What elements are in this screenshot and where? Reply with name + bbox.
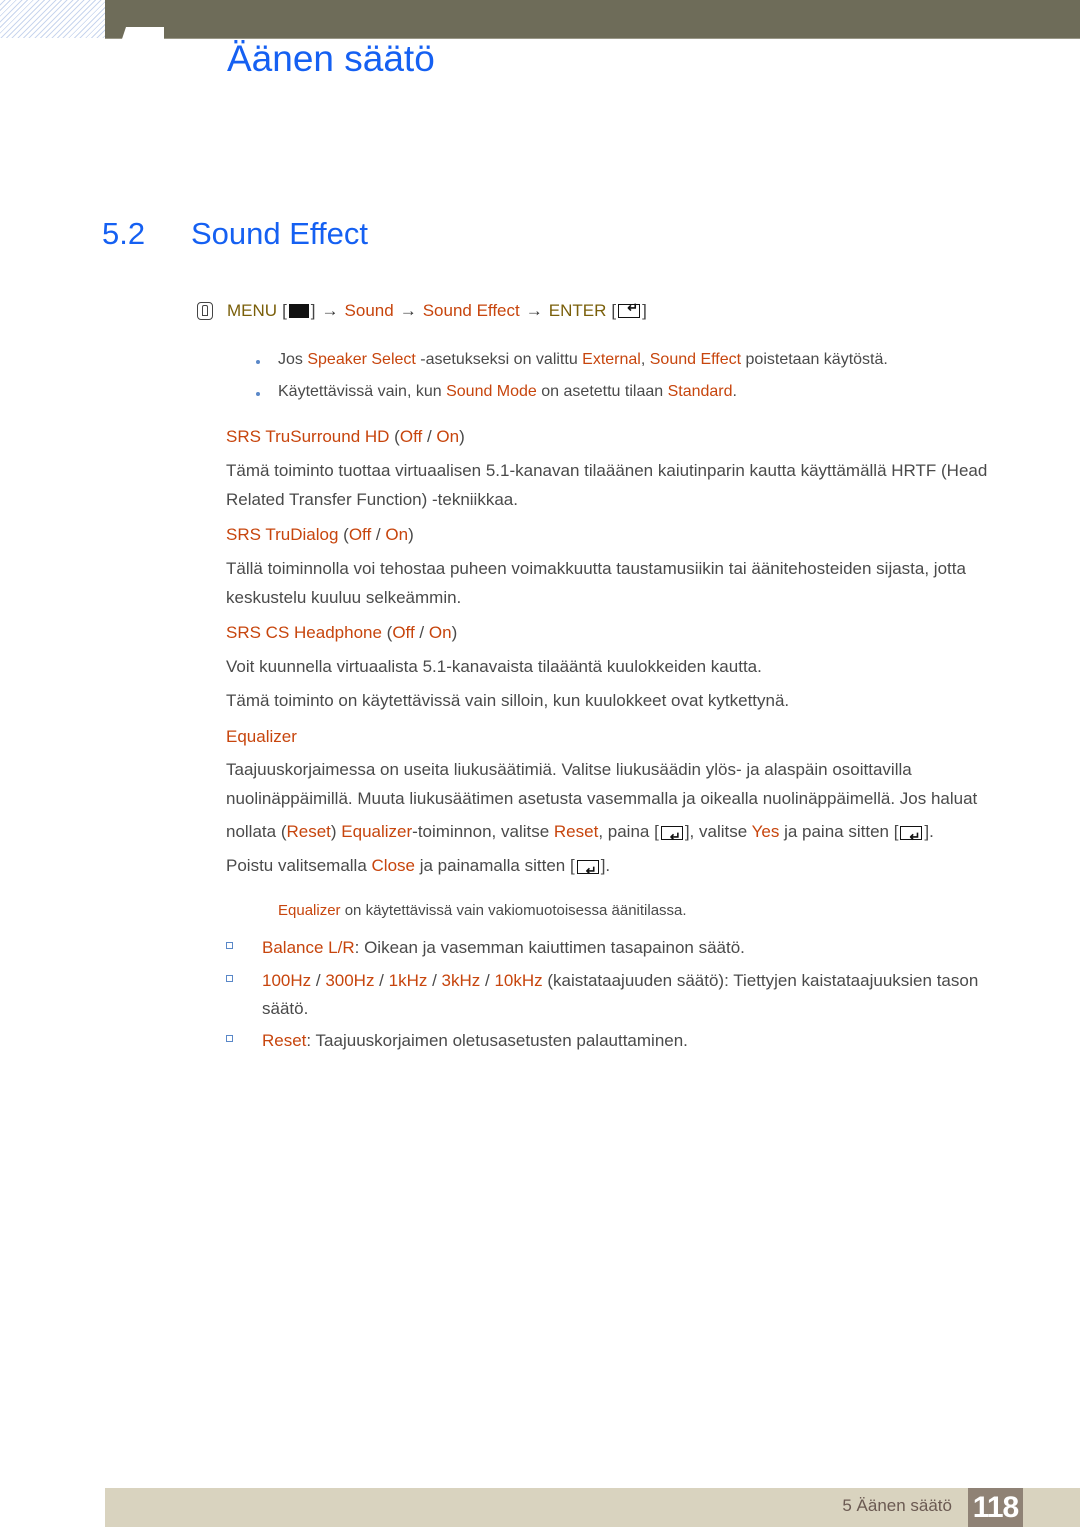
- equalizer-description: Taajuuskorjaimessa on useita liukusäätim…: [226, 760, 978, 808]
- bullet-icon: [256, 392, 260, 396]
- note-sound-mode: Käytettävissä vain, kun Sound Mode on as…: [256, 383, 737, 401]
- option-value-off: Off: [348, 525, 372, 544]
- arrow-icon: →: [525, 301, 543, 320]
- text: ].: [600, 856, 611, 875]
- option-description: Tällä toiminnolla voi tehostaa puheen vo…: [226, 559, 966, 607]
- reset-term: Reset: [286, 822, 331, 841]
- highlighted-term: Standard: [667, 383, 733, 400]
- enter-label: ENTER: [548, 301, 607, 320]
- bracket: [: [611, 301, 617, 320]
- text: Jos: [278, 351, 308, 368]
- text: poistetaan käytöstä.: [741, 351, 888, 368]
- page-footer: 5 Äänen säätö 118: [105, 1488, 1080, 1527]
- menu-button-icon: [288, 304, 309, 318]
- yes-term: Yes: [751, 822, 780, 841]
- arrow-icon: →: [399, 301, 417, 320]
- highlighted-term: Sound Effect: [649, 351, 742, 368]
- square-bullet-icon: [226, 975, 233, 982]
- text: Käytettävissä vain, kun: [278, 383, 447, 400]
- text: ): [330, 822, 342, 841]
- option-name: SRS TruDialog: [226, 525, 339, 544]
- subitem-text: : Taajuuskorjaimen oletusasetusten palau…: [306, 1031, 688, 1050]
- highlighted-term: Speaker Select: [307, 351, 416, 368]
- text: ].: [924, 822, 934, 841]
- equalizer-term: Equalizer: [341, 822, 413, 841]
- option-srs-trudialog: SRS TruDialog (Off / On): [226, 525, 414, 544]
- text: -toiminnon, valitse: [412, 822, 554, 841]
- option-value-on: On: [436, 427, 460, 446]
- header-bar: [105, 0, 1080, 39]
- equalizer-note: Equalizer on käytettävissä vain vakiomuo…: [278, 902, 687, 919]
- band-300hz: 300Hz: [325, 971, 375, 990]
- text: nollata (: [226, 822, 287, 841]
- text: , paina [: [598, 822, 659, 841]
- text: on asetettu tilaan: [536, 383, 668, 400]
- option-value-on: On: [385, 525, 409, 544]
- text: ja painamalla sitten [: [414, 856, 575, 875]
- subitem-balance: Balance L/R: Oikean ja vasemman kaiuttim…: [226, 934, 1006, 962]
- enter-button-icon: [618, 300, 641, 318]
- option-equalizer: Equalizer: [202, 727, 297, 747]
- option-value-on: On: [428, 623, 452, 642]
- text: ,: [640, 351, 650, 368]
- bracket: ]: [642, 301, 647, 320]
- option-description: Tämä toiminto tuottaa virtuaalisen 5.1-k…: [226, 461, 988, 509]
- option-description: Tämä toiminto on käytettävissä vain sill…: [226, 691, 790, 710]
- close-term: Close: [371, 856, 415, 875]
- square-bullet-icon: [226, 1035, 233, 1042]
- note-speaker-select: Jos Speaker Select -asetukseksi on valit…: [256, 351, 888, 369]
- footer-chapter-label: 5 Äänen säätö: [842, 1496, 952, 1515]
- menu-item-sound-effect: Sound Effect: [422, 301, 520, 320]
- subitem-label: Balance L/R: [262, 938, 355, 957]
- text: -asetukseksi on valittu: [415, 351, 583, 368]
- option-value-off: Off: [392, 623, 415, 642]
- equalizer-reset-instruction: nollata (Reset) Equalizer-toiminnon, val…: [226, 817, 1016, 851]
- square-bullet-icon: [226, 942, 233, 949]
- arrow-icon: →: [321, 301, 339, 320]
- band-10khz: 10kHz: [494, 971, 543, 990]
- reset-term: Reset: [553, 822, 599, 841]
- band-1khz: 1kHz: [388, 971, 428, 990]
- highlighted-term: External: [582, 351, 641, 368]
- option-srs-trusurround-hd: SRS TruSurround HD (Off / On): [226, 427, 465, 446]
- enter-button-icon: [660, 822, 683, 851]
- subitem-bands: 100Hz / 300Hz / 1kHz / 3kHz / 10kHz (kai…: [226, 967, 1006, 1023]
- equalizer-term: Equalizer: [278, 902, 341, 919]
- band-3khz: 3kHz: [441, 971, 481, 990]
- menu-path: MENU [ ] → Sound → Sound Effect → ENTER …: [197, 300, 647, 321]
- option-name: SRS CS Headphone: [226, 623, 382, 642]
- option-value-off: Off: [399, 427, 423, 446]
- bracket: ]: [310, 301, 316, 320]
- enter-button-icon: [900, 822, 923, 851]
- bracket: [: [282, 301, 287, 320]
- text: .: [732, 383, 737, 400]
- bullet-icon: [256, 360, 260, 364]
- band-100hz: 100Hz: [262, 971, 312, 990]
- equalizer-close-instruction: Poistu valitsemalla Close ja painamalla …: [226, 851, 1016, 885]
- option-description: Voit kuunnella virtuaalista 5.1-kanavais…: [226, 657, 762, 676]
- section-title: Sound Effect: [191, 216, 368, 251]
- text: ja paina sitten [: [779, 822, 899, 841]
- enter-button-icon: [576, 856, 599, 885]
- highlighted-term: Sound Mode: [446, 383, 537, 400]
- corner-hatch-decoration: [0, 0, 105, 38]
- option-name: SRS TruSurround HD: [226, 427, 390, 446]
- remote-hand-icon: [197, 302, 213, 320]
- subitem-text: : Oikean ja vasemman kaiuttimen tasapain…: [354, 938, 745, 957]
- note-text: Käytettävissä vain, kun Sound Mode on as…: [278, 383, 737, 400]
- text: ], valitse: [684, 822, 752, 841]
- option-srs-cs-headphone: SRS CS Headphone (Off / On): [226, 623, 458, 642]
- section-number: 5.2: [102, 216, 146, 251]
- menu-label: MENU: [227, 301, 278, 320]
- subitem-reset: Reset: Taajuuskorjaimen oletusasetusten …: [226, 1027, 1006, 1055]
- chapter-title: Äänen säätö: [227, 38, 435, 79]
- chapter-tab-decoration: [122, 27, 164, 39]
- text: Poistu valitsemalla: [226, 856, 372, 875]
- option-name: Equalizer: [226, 727, 297, 746]
- page-number: 118: [968, 1488, 1023, 1527]
- note-text: on käytettävissä vain vakiomuotoisessa ä…: [340, 902, 687, 919]
- note-text: Jos Speaker Select -asetukseksi on valit…: [278, 351, 888, 368]
- menu-item-sound: Sound: [344, 301, 394, 320]
- subitem-label: Reset: [262, 1031, 307, 1050]
